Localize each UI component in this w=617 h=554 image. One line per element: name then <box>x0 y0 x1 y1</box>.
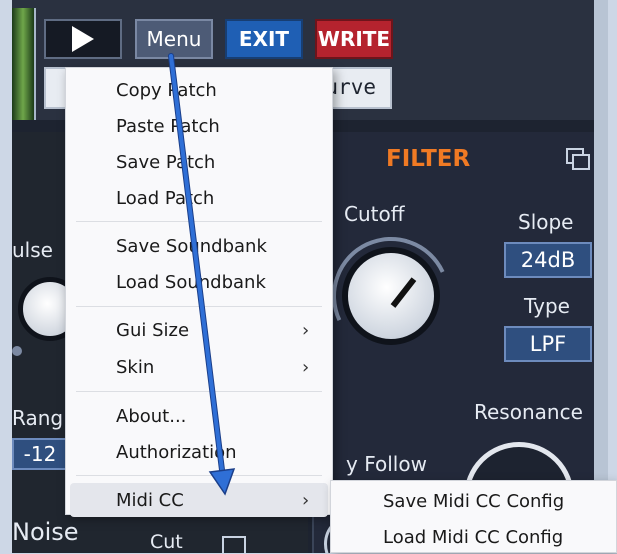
submenu-item-load-midi-cc-config[interactable]: Load Midi CC Config <box>331 520 616 554</box>
submenu-item-label: Load Midi CC Config <box>383 526 564 548</box>
menu-item-midi-cc[interactable]: Midi CC › <box>70 483 328 517</box>
menu-item-copy-patch[interactable]: Copy Patch <box>66 73 332 107</box>
chevron-right-icon: › <box>302 356 310 378</box>
menu-item-label: Midi CC <box>116 489 184 511</box>
menu-item-label: Copy Patch <box>116 79 217 101</box>
copy-icon[interactable] <box>566 148 590 170</box>
cutoff-knob[interactable] <box>342 247 440 345</box>
menu-item-skin[interactable]: Skin › <box>66 350 332 384</box>
menu-separator <box>76 475 322 476</box>
key-follow-label: y Follow <box>346 452 427 476</box>
menu-item-gui-size[interactable]: Gui Size › <box>66 313 332 347</box>
menu-item-label: Load Soundbank <box>116 271 266 293</box>
pulse-indicator <box>12 346 22 356</box>
window-edge <box>594 0 608 553</box>
write-button[interactable]: WRITE <box>315 19 393 59</box>
chevron-right-icon: › <box>302 489 310 511</box>
level-meter <box>12 8 36 120</box>
type-selector[interactable]: LPF <box>504 326 592 362</box>
menu-item-load-patch[interactable]: Load Patch <box>66 181 332 215</box>
resonance-label: Resonance <box>474 400 583 424</box>
menu-item-load-soundbank[interactable]: Load Soundbank <box>66 265 332 299</box>
menu-item-label: Save Patch <box>116 151 216 173</box>
menu-button[interactable]: Menu <box>135 19 213 59</box>
menu-separator <box>76 221 322 222</box>
menu-item-label: Save Soundbank <box>116 235 267 257</box>
menu-separator <box>76 391 322 392</box>
midi-cc-submenu: Save Midi CC Config Load Midi CC Config <box>330 480 617 553</box>
patch-name-text: urve <box>325 75 376 99</box>
play-icon <box>72 26 94 52</box>
chevron-right-icon: › <box>302 319 310 341</box>
menu-item-about[interactable]: About... <box>66 399 332 433</box>
noise-label: Noise <box>12 518 79 546</box>
range-label: Rang <box>12 406 64 430</box>
menu-item-label: Gui Size <box>116 319 190 341</box>
menu-item-save-patch[interactable]: Save Patch <box>66 145 332 179</box>
menu-item-label: About... <box>116 405 187 427</box>
exit-button[interactable]: EXIT <box>225 19 303 59</box>
submenu-item-label: Save Midi CC Config <box>383 490 565 512</box>
menu-item-label: Skin <box>116 356 155 378</box>
pulse-label: ulse <box>12 238 53 262</box>
range-value-box[interactable]: -12 <box>12 438 68 470</box>
menu-item-authorization[interactable]: Authorization <box>66 435 332 469</box>
submenu-item-save-midi-cc-config[interactable]: Save Midi CC Config <box>331 484 616 518</box>
copy-icon[interactable] <box>222 536 246 553</box>
menu-item-label: Authorization <box>116 441 237 463</box>
slope-label: Slope <box>518 210 574 234</box>
menu-item-paste-patch[interactable]: Paste Patch <box>66 109 332 143</box>
menu-separator <box>76 306 322 307</box>
menu-item-save-soundbank[interactable]: Save Soundbank <box>66 229 332 263</box>
type-label: Type <box>524 294 570 318</box>
cutoff-label: Cutoff <box>344 202 405 226</box>
filter-title: FILTER <box>386 146 471 172</box>
slope-selector[interactable]: 24dB <box>504 242 592 278</box>
menu-item-label: Paste Patch <box>116 115 220 137</box>
context-menu: Copy Patch Paste Patch Save Patch Load P… <box>65 67 333 517</box>
play-button[interactable] <box>44 19 122 59</box>
cut-label: Cut <box>150 531 183 553</box>
menu-item-label: Load Patch <box>116 187 215 209</box>
